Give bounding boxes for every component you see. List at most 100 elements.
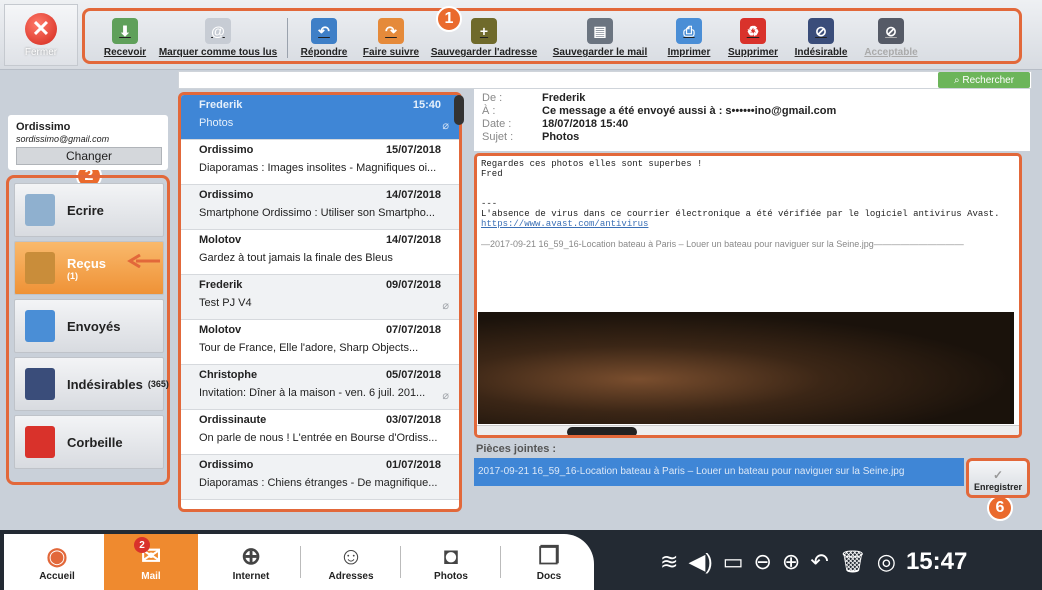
from-value: Frederik (542, 92, 586, 104)
search-input[interactable] (178, 71, 1032, 89)
spam-button[interactable]: ⊘ Indésirable (786, 8, 856, 58)
app-home[interactable]: ◉ Accueil (14, 534, 100, 590)
msg-date: 01/07/2018 (385, 459, 441, 471)
close-button[interactable]: ✕ Fermer (4, 4, 78, 66)
close-label: Fermer (24, 46, 58, 58)
msg-from: Ordissinaute (199, 414, 267, 426)
app-label: Accueil (39, 570, 75, 582)
folder-spam[interactable]: Indésirables (365) (14, 357, 169, 411)
app-internet[interactable]: ⊕ Internet (208, 534, 294, 590)
attachment-icon: ⌀ (442, 120, 449, 132)
list-item[interactable]: Ordissimo 01/07/2018 Diaporamas : Chiens é… (181, 455, 459, 500)
account-panel: Ordissimo sordissimo@gmail.com Changer (8, 115, 168, 170)
app-docs[interactable]: ❐ Docs (506, 534, 592, 590)
msg-subject: Photos (199, 117, 234, 129)
msg-from: Frederik (199, 279, 243, 291)
badge-1: 1 (436, 6, 462, 32)
forward-button[interactable]: ↷ Faire suivre (356, 8, 426, 58)
delete-button[interactable]: ♻ Supprimer (720, 8, 786, 58)
wifi-icon[interactable]: ≋ (660, 549, 678, 575)
message-list: Frederik 15:40 Photos ⌀ Ordissimo 15/07/2018… (178, 92, 462, 512)
help-icon[interactable]: ◎ (877, 549, 896, 575)
list-item[interactable]: Ordissimo 14/07/2018 Smartphone Ordissimo … (181, 185, 459, 230)
app-mail[interactable]: ✉ Mail (104, 534, 198, 590)
to-key: À : (482, 105, 496, 117)
list-item[interactable]: Molotov 14/07/2018 Gardez à tout jamais la… (181, 230, 459, 275)
not-spam-icon: ⊘ (878, 18, 904, 44)
folder-label: Indésirables (67, 376, 143, 392)
save-mail-label: Sauvegarder le mail (552, 47, 648, 58)
trash-tray-icon[interactable]: 🗑 (839, 549, 867, 575)
reply-button[interactable]: ↶ Répondre (292, 8, 356, 58)
list-item[interactable]: Molotov 07/07/2018 Tour de France, Elle l'… (181, 320, 459, 365)
body-signature: Fred (481, 169, 503, 179)
receive-button[interactable]: ⬇ Recevoir (97, 8, 153, 58)
list-item[interactable]: Frederik 09/07/2018 Test PJ V4 ⌀ (181, 275, 459, 320)
to-value: Ce message a été envoyé aussi à : s•••••… (542, 105, 837, 117)
undo-icon[interactable]: ↶ (810, 549, 828, 575)
mark-all-read-button[interactable]: @ Marquer comme tous lus (153, 8, 283, 58)
folder-inbox[interactable]: Reçus (1) (14, 241, 164, 295)
camera-icon: ◘ (443, 542, 459, 570)
search-button[interactable]: ⌕ Rechercher (938, 72, 1030, 88)
message-list-scrollbar[interactable] (454, 95, 464, 125)
save-mail-button[interactable]: ▤ Sauvegarder le mail (542, 8, 658, 58)
msg-subject: On parle de nous ! L'entrée en Bourse d'… (199, 432, 438, 444)
change-account-button[interactable]: Changer (16, 147, 162, 165)
msg-subject: Invitation: Dîner à la maison - ven. 6 j… (199, 387, 426, 399)
receive-label: Recevoir (103, 47, 147, 58)
clock: 15:47 (905, 548, 968, 575)
attachment-item[interactable]: 2017-09-21 16_59_16-Location bateau à Pa… (474, 458, 964, 486)
msg-from: Molotov (199, 324, 242, 336)
save-icon: ✓ (992, 468, 1004, 482)
message-header: De : Frederik À : Ce message a été envoyé … (474, 89, 1030, 151)
badge-6: 6 (987, 495, 1013, 521)
not-spam-button[interactable]: ⊘ Acceptable (856, 8, 926, 58)
app-contacts[interactable]: ☺ Adresses (308, 534, 394, 590)
body-virus-notice: L'absence de virus dans ce courrier élec… (481, 209, 1000, 219)
zoom-out-icon[interactable]: ⊖ (753, 549, 771, 575)
save-address-label: Sauvegarder l'adresse (430, 47, 538, 58)
attachment-icon: ⌀ (442, 300, 449, 312)
arrow-pointer-icon (127, 254, 160, 268)
save-attachment-button[interactable]: ✓ Enregistrer (966, 458, 1030, 498)
folder-count: (1) (67, 270, 78, 281)
msg-date: 14/07/2018 (385, 234, 441, 246)
msg-subject: Smartphone Ordissimo : Utiliser son Smar… (199, 207, 435, 219)
body-attachment-caption: —2017-09-21 16_59_16-Location bateau à P… (481, 239, 964, 249)
folder-compose[interactable]: Ecrire (14, 183, 164, 237)
folder-label: Ecrire (67, 202, 104, 218)
taskbar-divider (300, 546, 301, 578)
app-label: Adresses (328, 570, 374, 582)
body-horizontal-scrollbar[interactable] (477, 425, 1019, 435)
system-tray: ≋ ◀) ▭ ⊖ ⊕ ↶ 🗑 ◎ 15:47 (660, 540, 967, 584)
body-dash: --- (481, 199, 498, 209)
list-item[interactable]: Ordissimo 15/07/2018 Diaporamas : Images i… (181, 140, 459, 185)
taskbar-divider (500, 546, 501, 578)
app-photos[interactable]: ◘ Photos (408, 534, 494, 590)
list-item[interactable]: Frederik 15:40 Photos ⌀ (181, 95, 459, 140)
spam-folder-icon (25, 368, 55, 400)
folder-sent[interactable]: Envoyés (14, 299, 164, 353)
body-link[interactable]: https://www.avast.com/antivirus (481, 219, 1015, 229)
documents-icon: ❐ (538, 542, 560, 570)
mark-all-read-label: Marquer comme tous lus (158, 47, 278, 58)
inbox-download-icon: ⬇ (112, 18, 138, 44)
printer-icon: ⎙ (676, 18, 702, 44)
msg-from: Christophe (199, 369, 258, 381)
volume-icon[interactable]: ◀) (688, 549, 712, 575)
msg-date: 15:40 (412, 99, 441, 111)
print-button[interactable]: ⎙ Imprimer (658, 8, 720, 58)
folder-trash[interactable]: Corbeille (14, 415, 164, 469)
app-label: Internet (232, 570, 270, 582)
toolbar-divider (287, 18, 288, 58)
attachment-icon: ⌀ (442, 390, 449, 402)
contacts-icon: ☺ (338, 542, 364, 570)
subject-value: Photos (542, 131, 580, 143)
zoom-in-icon[interactable]: ⊕ (782, 549, 800, 575)
scroll-thumb[interactable] (567, 427, 637, 435)
list-item[interactable]: Ordissinaute 03/07/2018 On parle de nous !… (181, 410, 459, 455)
folder-label: Corbeille (67, 434, 123, 450)
list-item[interactable]: Christophe 05/07/2018 Invitation: Dîner à … (181, 365, 459, 410)
account-name: Ordissimo (16, 121, 71, 133)
